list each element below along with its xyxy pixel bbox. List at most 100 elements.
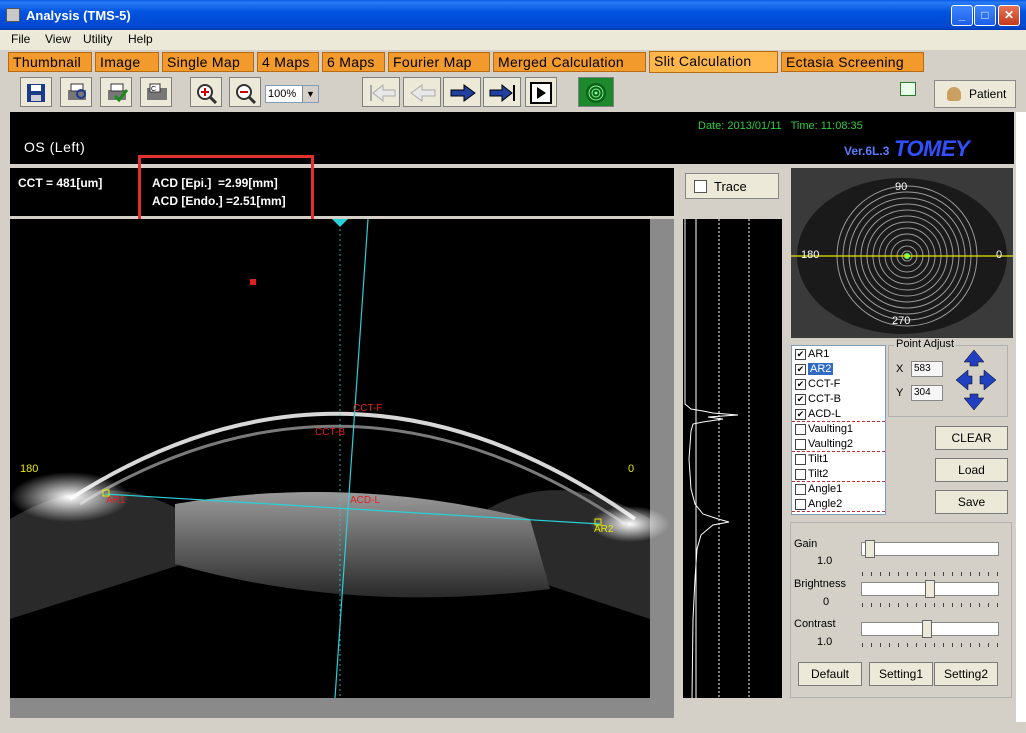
- list-item[interactable]: ✔ AR1: [792, 347, 885, 362]
- svg-text:C: C: [151, 86, 156, 93]
- contrast-slider[interactable]: [861, 620, 999, 638]
- list-item[interactable]: ✔ ACD-L: [792, 407, 885, 422]
- zoom-out-icon: [236, 84, 256, 104]
- y-field[interactable]: 304: [911, 385, 943, 401]
- contrast-value: 1.0: [817, 636, 833, 648]
- arrow-right-icon[interactable]: [979, 369, 997, 391]
- menu-help[interactable]: Help: [128, 32, 153, 46]
- arrow-down-icon[interactable]: [963, 393, 985, 411]
- placido-ring-image: 90 180 0 270: [791, 168, 1013, 338]
- window-title: Analysis (TMS-5): [26, 8, 131, 23]
- checkbox[interactable]: [795, 439, 806, 450]
- copy-button[interactable]: C: [140, 77, 172, 107]
- menu-file[interactable]: File: [11, 32, 30, 46]
- copy-icon: C: [147, 83, 167, 100]
- checkbox[interactable]: ✔: [795, 379, 806, 390]
- gain-slider-thumb[interactable]: [864, 540, 875, 558]
- menu-view[interactable]: View: [45, 32, 71, 46]
- point-list[interactable]: ✔ AR1 ✔ AR2 ✔ CCT-F ✔ CCT-B ✔ ACD-L Vaulting1…: [791, 345, 886, 515]
- zoom-in-button[interactable]: [190, 77, 222, 107]
- tab-4-maps[interactable]: 4 Maps: [257, 52, 319, 72]
- contrast-label: Contrast: [794, 618, 836, 630]
- x-field[interactable]: 583: [911, 361, 943, 377]
- gain-slider[interactable]: [861, 540, 999, 558]
- highlight-box: [138, 155, 314, 226]
- list-view-icon[interactable]: [900, 82, 916, 96]
- checkbox[interactable]: ✔: [795, 409, 806, 420]
- list-item[interactable]: ✔ AR2: [792, 362, 885, 377]
- load-button[interactable]: Load: [935, 458, 1008, 482]
- tab-6-maps[interactable]: 6 Maps: [322, 52, 385, 72]
- close-button[interactable]: ✕: [998, 5, 1020, 26]
- next-frame-button[interactable]: [443, 77, 481, 107]
- arrow-left-icon[interactable]: [955, 369, 973, 391]
- list-item[interactable]: Angle1: [792, 482, 885, 497]
- print-preview-button[interactable]: [60, 77, 92, 107]
- chevron-down-icon[interactable]: ▼: [302, 86, 318, 102]
- checkbox[interactable]: ✔: [795, 349, 806, 360]
- brand-logo: TOMEY: [894, 136, 970, 161]
- date-time: Date: 2013/01/11 Time: 11:08:35: [698, 120, 863, 132]
- minimize-button[interactable]: _: [951, 5, 973, 26]
- placido-thumbnail[interactable]: 90 180 0 270: [791, 168, 1013, 338]
- contrast-ticks: [862, 643, 998, 647]
- brightness-slider-thumb[interactable]: [925, 580, 935, 598]
- checkbox[interactable]: [795, 469, 806, 480]
- tab-thumbnail[interactable]: Thumbnail: [8, 52, 92, 72]
- tab-merged-calculation[interactable]: Merged Calculation: [493, 52, 646, 72]
- point-adjust-title: Point Adjust: [894, 338, 957, 350]
- first-frame-button[interactable]: [362, 77, 400, 107]
- setting2-button[interactable]: Setting2: [934, 662, 998, 686]
- brightness-ticks: [862, 603, 998, 607]
- checkbox[interactable]: [795, 424, 806, 435]
- setting1-button[interactable]: Setting1: [869, 662, 933, 686]
- print-icon: [68, 83, 86, 100]
- patient-button[interactable]: Patient: [934, 80, 1016, 108]
- zoom-select[interactable]: 100% ▼: [265, 85, 319, 103]
- checkbox[interactable]: [795, 484, 806, 495]
- thumb-right-label: 0: [996, 249, 1002, 261]
- printer-check-icon: [108, 83, 129, 103]
- checkbox[interactable]: ✔: [795, 364, 806, 375]
- placido-view-button[interactable]: [578, 77, 614, 107]
- floppy-icon: [27, 84, 45, 102]
- maximize-button[interactable]: □: [974, 5, 996, 26]
- play-button[interactable]: [525, 77, 557, 107]
- trace-toggle[interactable]: Trace: [685, 173, 779, 199]
- list-item[interactable]: Tilt1: [792, 452, 885, 467]
- list-item[interactable]: Tilt2: [792, 467, 885, 482]
- menu-utility[interactable]: Utility: [83, 32, 112, 46]
- list-item[interactable]: ✔ CCT-B: [792, 392, 885, 407]
- slit-image-view[interactable]: 180 0 CCT-F CCT-B ACD-L AR1 AR2: [10, 218, 674, 718]
- trace-label: Trace: [714, 179, 747, 194]
- checkbox[interactable]: [795, 454, 806, 465]
- zoom-value: 100%: [268, 88, 297, 100]
- checkbox[interactable]: [795, 499, 806, 510]
- list-item[interactable]: Vaulting1: [792, 422, 885, 437]
- tab-slit-calculation[interactable]: Slit Calculation: [649, 51, 778, 73]
- thumb-left-label: 180: [801, 249, 819, 261]
- tab-ectasia-screening[interactable]: Ectasia Screening: [781, 52, 924, 72]
- print-button[interactable]: [100, 77, 132, 107]
- list-item[interactable]: Angle2: [792, 497, 885, 512]
- save-disk-button[interactable]: [20, 77, 52, 107]
- brightness-label: Brightness: [794, 578, 846, 590]
- brightness-slider[interactable]: [861, 580, 999, 598]
- checkbox[interactable]: ✔: [795, 394, 806, 405]
- tab-fourier-map[interactable]: Fourier Map: [388, 52, 490, 72]
- zoom-out-button[interactable]: [229, 77, 261, 107]
- tab-image[interactable]: Image: [95, 52, 159, 72]
- save-button[interactable]: Save: [935, 490, 1008, 514]
- last-frame-button[interactable]: [483, 77, 521, 107]
- list-item[interactable]: ✔ CCT-F: [792, 377, 885, 392]
- default-button[interactable]: Default: [798, 662, 862, 686]
- contrast-slider-thumb[interactable]: [922, 620, 933, 638]
- clear-button[interactable]: CLEAR: [935, 426, 1008, 450]
- tab-single-map[interactable]: Single Map: [162, 52, 254, 72]
- prev-frame-button[interactable]: [403, 77, 441, 107]
- arrow-up-icon[interactable]: [963, 349, 985, 367]
- time-label: Time: 11:08:35: [790, 120, 863, 132]
- gain-value: 1.0: [817, 555, 833, 567]
- trace-checkbox[interactable]: [694, 180, 707, 193]
- list-item[interactable]: Vaulting2: [792, 437, 885, 452]
